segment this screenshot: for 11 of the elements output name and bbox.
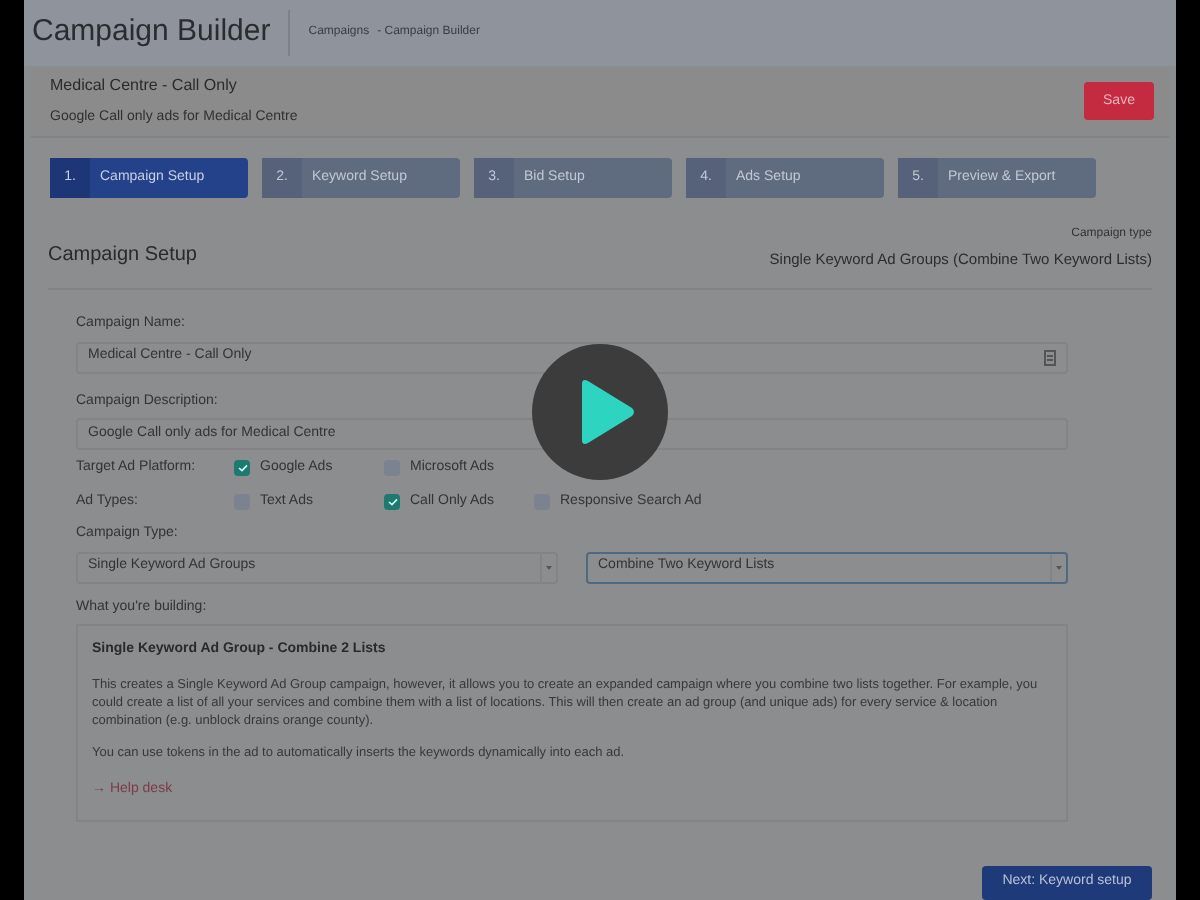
play-icon — [576, 378, 636, 446]
document-icon — [1044, 349, 1056, 365]
page-title: Campaign Builder — [32, 10, 291, 56]
check-icon — [237, 464, 247, 472]
caret-icon — [1056, 565, 1062, 569]
checkbox[interactable] — [384, 494, 400, 510]
campaign-name: Medical Centre - Call Only — [50, 74, 239, 99]
caret-icon — [546, 565, 552, 569]
check-icon — [387, 498, 397, 506]
checkbox[interactable] — [234, 460, 250, 476]
section-title: Campaign Setup — [48, 242, 197, 270]
